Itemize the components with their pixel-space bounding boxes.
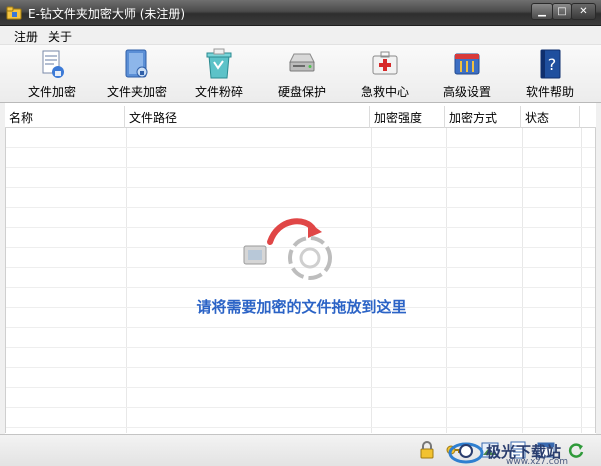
file-lock-icon (42, 50, 64, 78)
menu-about[interactable]: 关于 (48, 28, 72, 45)
watermark: 极光下载站 www.xz7.com (446, 437, 596, 466)
minimize-button[interactable]: ▁ (531, 3, 553, 20)
disk-protect-button[interactable]: 硬盘保护 (265, 48, 339, 102)
close-icon: ✕ (579, 6, 588, 17)
first-aid-label: 急救中心 (360, 85, 409, 99)
file-encrypt-button[interactable]: 文件加密 (15, 48, 89, 102)
drop-hint-text: 请将需要加密的文件拖放到这里 (196, 298, 407, 316)
menu-bar: 注册 关于 (0, 26, 601, 45)
status-bar: 极光下载站 www.xz7.com (0, 434, 601, 466)
file-shred-button[interactable]: 文件粉碎 (182, 48, 256, 102)
watermark-logo-icon (448, 442, 484, 464)
help-button[interactable]: ? 软件帮助 (513, 48, 587, 102)
app-icon (6, 6, 22, 20)
file-encrypt-label: 文件加密 (27, 85, 76, 99)
column-path[interactable]: 文件路径 (125, 106, 370, 128)
menu-register[interactable]: 注册 (14, 28, 38, 45)
lock-icon[interactable] (418, 441, 436, 459)
file-list-header: 名称 文件路径 加密强度 加密方式 状态 (5, 106, 596, 128)
maximize-button[interactable]: □ (552, 3, 572, 20)
shredder-icon (206, 48, 232, 79)
watermark-url: www.xz7.com (506, 457, 568, 466)
file-shred-label: 文件粉碎 (194, 85, 243, 99)
column-method[interactable]: 加密方式 (445, 106, 521, 128)
minimize-icon: ▁ (538, 6, 546, 17)
help-label: 软件帮助 (525, 85, 574, 99)
drag-drop-icon (243, 218, 332, 280)
title-bar: E-钻文件夹加密大师 (未注册) ▁ □ ✕ (0, 0, 601, 26)
advanced-settings-label: 高级设置 (442, 85, 491, 99)
window-title: E-钻文件夹加密大师 (未注册) (28, 7, 186, 21)
first-aid-button[interactable]: 急救中心 (348, 48, 422, 102)
folder-encrypt-label: 文件夹加密 (106, 85, 167, 99)
maximize-icon: □ (557, 6, 567, 17)
close-button[interactable]: ✕ (571, 3, 596, 20)
advanced-settings-button[interactable]: 高级设置 (430, 48, 504, 102)
column-status[interactable]: 状态 (521, 106, 580, 128)
help-book-icon: ? (540, 49, 561, 79)
column-spacer (580, 106, 596, 128)
toolbar: 文件加密 文件夹加密 文件粉碎 硬盘保护 急救中心 高级设置 ? 软件帮助 (0, 45, 601, 103)
column-strength[interactable]: 加密强度 (370, 106, 445, 128)
tools-icon (454, 53, 480, 75)
hard-disk-icon (289, 53, 315, 72)
folder-encrypt-button[interactable]: 文件夹加密 (100, 48, 174, 102)
frame-right (596, 103, 601, 434)
disk-protect-label: 硬盘保护 (277, 85, 326, 99)
first-aid-icon (372, 51, 398, 75)
svg-text:?: ? (548, 55, 557, 74)
file-drop-area[interactable]: 请将需要加密的文件拖放到这里 (5, 128, 596, 433)
folder-lock-icon (125, 49, 148, 78)
column-name[interactable]: 名称 (5, 106, 125, 128)
